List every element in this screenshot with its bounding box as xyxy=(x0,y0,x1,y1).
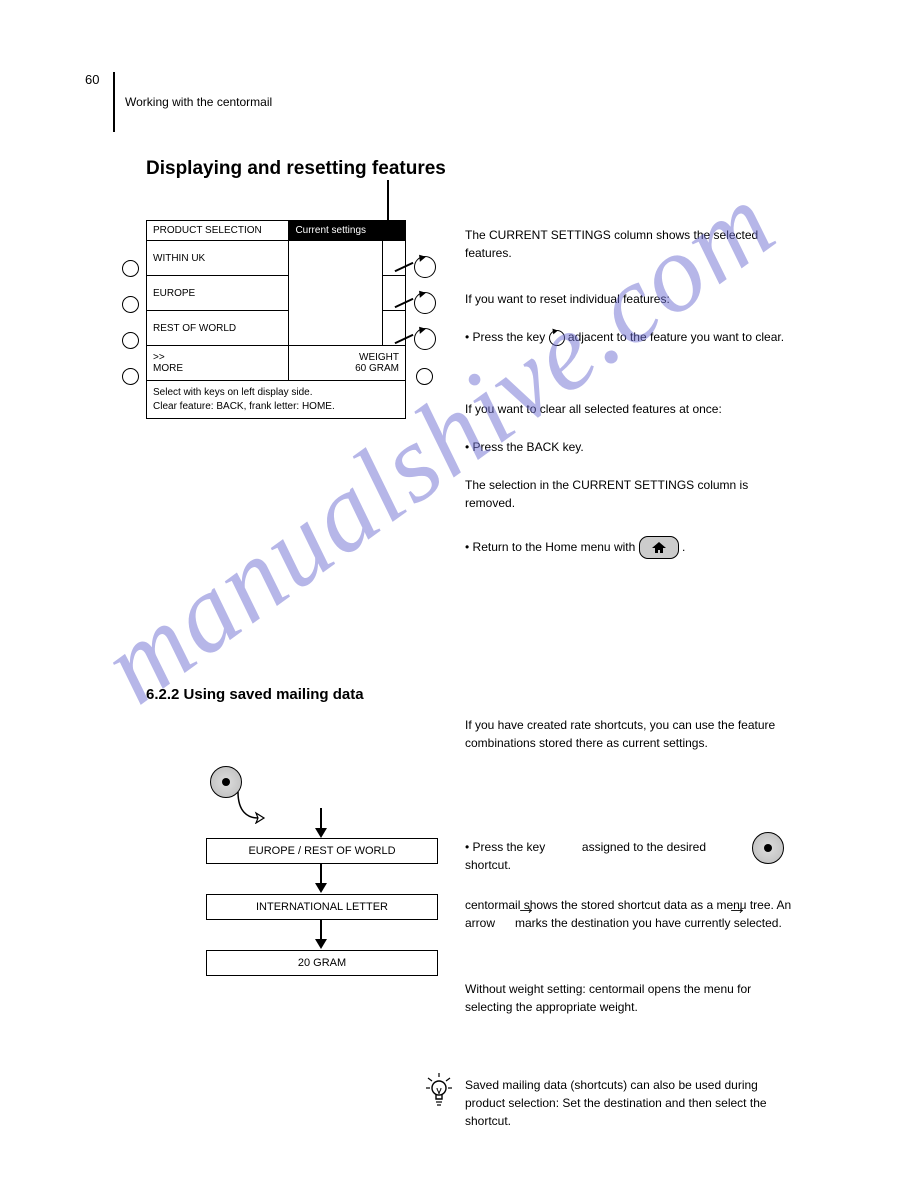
subsection-heading: 6.2.2 Using saved mailing data xyxy=(146,686,364,703)
panel-header-left: PRODUCT SELECTION xyxy=(147,221,289,241)
rotary-key-icon xyxy=(414,328,436,350)
flow-box: INTERNATIONAL LETTER xyxy=(206,894,438,920)
panel-row: EUROPE xyxy=(147,276,289,311)
body-text: • Press the key adjacent to the feature … xyxy=(465,328,795,346)
body-text: • Press the BACK key. xyxy=(465,438,795,456)
soft-key-left-icon xyxy=(122,332,139,349)
page-subtitle: Displaying and resetting features xyxy=(146,158,446,180)
weight-label: WEIGHT xyxy=(359,352,399,363)
soft-key-left-icon xyxy=(122,296,139,313)
flow-line xyxy=(320,808,322,830)
panel-top-connector xyxy=(387,180,389,224)
rotary-key-icon xyxy=(414,256,436,278)
soft-key-left-icon xyxy=(122,260,139,277)
rotary-key-inline-icon xyxy=(549,330,565,346)
panel-header-right: Current settings xyxy=(289,221,406,241)
flow-line xyxy=(320,919,322,941)
display-panel: PRODUCT SELECTION Current settings WITHI… xyxy=(146,220,406,419)
body-text: The selection in the CURRENT SETTINGS co… xyxy=(465,476,795,512)
arrow-down-icon xyxy=(315,828,327,838)
panel-footer: Select with keys on left display side. C… xyxy=(147,381,406,419)
flow-box: 20 GRAM xyxy=(206,950,438,976)
body-text: If you want to reset individual features… xyxy=(465,290,795,308)
body-text: If you have created rate shortcuts, you … xyxy=(465,716,805,752)
flow-line xyxy=(320,863,322,885)
curved-arrow-icon xyxy=(236,790,266,824)
section-title: Working with the centormail xyxy=(125,95,272,109)
weight-value: 60 GRAM xyxy=(355,363,399,374)
header-divider xyxy=(113,72,115,132)
panel-weight-cell: WEIGHT 60 GRAM xyxy=(289,346,406,381)
rotary-key-icon xyxy=(414,292,436,314)
soft-key-left-icon xyxy=(122,368,139,385)
body-text: If you want to clear all selected featur… xyxy=(465,400,795,418)
home-button-icon xyxy=(639,536,679,559)
soft-key-right-icon xyxy=(416,368,433,385)
tip-text: Saved mailing data (shortcuts) can also … xyxy=(465,1076,795,1130)
panel-more: >>MORE xyxy=(147,346,289,381)
panel-row: REST OF WORLD xyxy=(147,311,289,346)
body-text: Without weight setting: centormail opens… xyxy=(465,980,795,1016)
lightbulb-icon xyxy=(425,1072,453,1111)
shortcut-key-icon xyxy=(752,832,784,864)
arrow-down-icon xyxy=(315,883,327,893)
panel-row: WITHIN UK xyxy=(147,241,289,276)
arrow-down-icon xyxy=(315,939,327,949)
body-text: • Press the key assigned to the desired … xyxy=(465,838,740,874)
body-text: The CURRENT SETTINGS column shows the se… xyxy=(465,226,795,262)
body-text: • Return to the Home menu with . xyxy=(465,536,795,559)
flow-box: EUROPE / REST OF WORLD xyxy=(206,838,438,864)
page-number: 60 xyxy=(85,72,99,87)
body-text: centormail shows the stored shortcut dat… xyxy=(465,896,795,932)
